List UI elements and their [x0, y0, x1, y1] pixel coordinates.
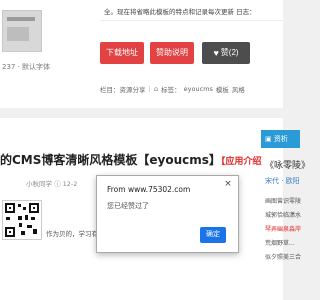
tag-link[interactable]: 风格 — [232, 84, 245, 94]
download-button[interactable]: 下载地址 — [100, 42, 144, 64]
ok-button[interactable]: 确定 — [200, 227, 226, 243]
article-title-text: 的CMS博客清晰风格模板【eyoucms】 — [0, 153, 221, 167]
article-title-badge[interactable]: 【应用介绍】 — [221, 157, 262, 167]
sidebar-line: 似夕照美三合 — [265, 254, 302, 261]
alert-dialog: From www.75302.com × 您已经赞过了 确定 — [96, 175, 239, 253]
heart-icon: ♥ — [213, 47, 219, 58]
divider — [100, 20, 283, 21]
thumbnail-block — [7, 27, 29, 41]
sponsor-button[interactable]: 赞助说明 — [150, 42, 194, 64]
tag-icon: ⌂ — [153, 85, 159, 93]
sidebar-line: 荒烟野草... — [265, 240, 295, 247]
sidebar-line: 琴弄幽泉淼岸 — [265, 226, 302, 233]
sidebar-title: 《咏零陵》 — [265, 161, 311, 171]
tag-link[interactable]: eyoucms — [184, 85, 213, 93]
article-meta: 小秋同学 ⓘ 12-2 — [26, 180, 78, 188]
thumbnail-bar — [7, 17, 35, 21]
separator: | — [148, 85, 151, 93]
thumbnail-meta: 237 · 默认字体 — [2, 63, 51, 71]
sidebar-line: 画图曾识零陵 — [265, 198, 302, 205]
qr-code — [2, 200, 42, 240]
dialog-title: From www.75302.com — [107, 185, 191, 194]
article-title: 的CMS博客清晰风格模板【eyoucms】【应用介绍】 — [0, 151, 262, 168]
like-label: 赞(2) — [220, 48, 239, 57]
category-link[interactable]: 栏目：资源分享 — [100, 84, 146, 94]
dialog-message: 您已经赞过了 — [107, 202, 149, 210]
sidebar-tab[interactable]: ▣ 资析 — [261, 130, 300, 148]
tag-link[interactable]: 模板 — [216, 84, 229, 94]
close-icon[interactable]: × — [223, 179, 233, 189]
sidebar-tab-icon: ▣ — [265, 135, 274, 143]
category-tag-row: 栏目：资源分享 | ⌂ 标签： eyoucms 模板 风格 — [100, 84, 245, 94]
post-description: 全。现在将省略此模板的特点和记录每次更新 日志： — [104, 8, 256, 16]
like-button[interactable]: ♥ 赞(2) — [202, 42, 250, 64]
preview-thumbnail[interactable] — [2, 10, 42, 52]
tags-label: 标签： — [161, 86, 181, 94]
qr-code-icon — [5, 203, 39, 237]
sidebar-subtitle: 宋代 · 欧阳 — [265, 177, 300, 185]
sidebar-tab-label: 资析 — [273, 135, 288, 143]
page-gutter — [283, 0, 300, 108]
sidebar-line: 城郭恰临潇水 — [265, 212, 302, 219]
